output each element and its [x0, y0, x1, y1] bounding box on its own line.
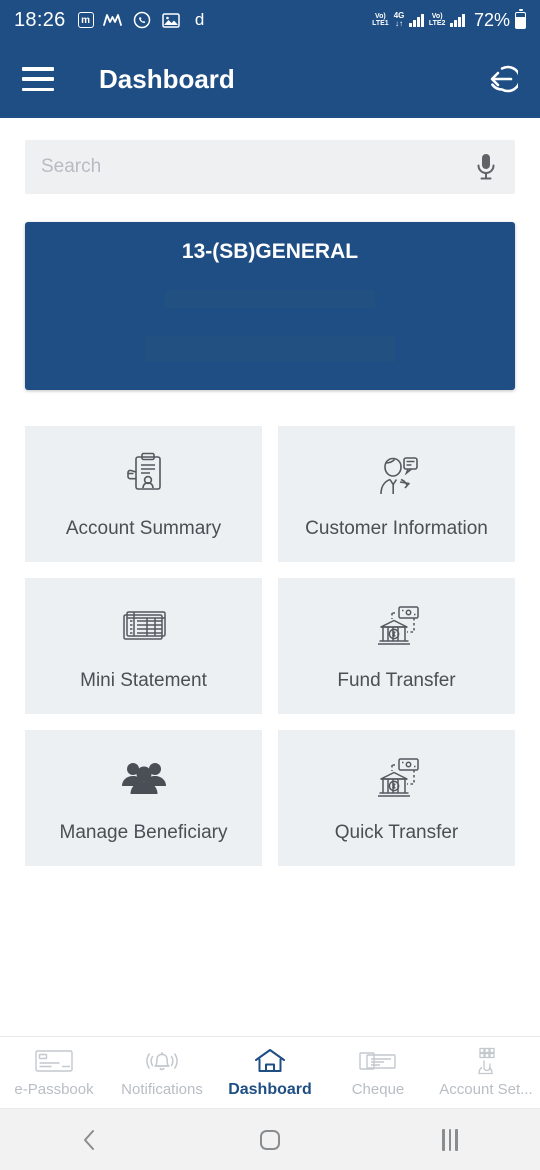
bottom-navigation-bar: e-Passbook Notifications Dashboard Chequ… [0, 1036, 540, 1108]
nav-label: Dashboard [228, 1080, 312, 1098]
account-balance-masked [145, 336, 395, 362]
tile-label: Mini Statement [80, 670, 207, 691]
network-type-icon: 4G ↓↑ [393, 11, 405, 28]
microphone-icon[interactable] [473, 151, 499, 183]
tile-label: Quick Transfer [334, 822, 459, 843]
mobile-banking-dashboard-screen: 18:26 m d Vo) LTE1 4G ↓↑ Vo) LTE2 72% Da… [0, 0, 540, 1170]
nav-label: e-Passbook [14, 1081, 94, 1098]
signal-bars-sim2-icon [450, 13, 465, 27]
search-input[interactable] [41, 156, 473, 178]
whatsapp-icon [132, 10, 152, 30]
search-bar[interactable] [25, 140, 515, 194]
nav-item-cheque[interactable]: Cheque [324, 1037, 432, 1108]
battery-icon [515, 8, 526, 29]
home-square-icon[interactable] [230, 1109, 310, 1170]
bell-icon [144, 1047, 180, 1075]
fund-transfer-icon [370, 600, 424, 656]
tile-label: Manage Beneficiary [59, 822, 228, 843]
d-app-icon: d [194, 10, 205, 29]
tile-label: Fund Transfer [337, 670, 456, 691]
home-icon [254, 1047, 286, 1075]
account-settings-icon [471, 1047, 501, 1075]
back-icon[interactable] [50, 1109, 130, 1170]
tile-customer-information[interactable]: Customer Information [278, 426, 515, 562]
tile-account-summary[interactable]: Account Summary [25, 426, 262, 562]
mini-statement-icon [117, 600, 171, 656]
nav-item-e-passbook[interactable]: e-Passbook [0, 1037, 108, 1108]
volte-sim2-icon: Vo) LTE2 [428, 13, 446, 27]
passbook-icon [34, 1047, 74, 1075]
logout-icon[interactable] [476, 58, 522, 100]
status-bar: 18:26 m d Vo) LTE1 4G ↓↑ Vo) LTE2 72% [0, 0, 540, 40]
manage-beneficiary-icon [117, 752, 171, 808]
gallery-icon [161, 10, 181, 30]
nav-label: Account Set... [439, 1081, 533, 1098]
nav-label: Cheque [351, 1081, 405, 1098]
wave-m-icon [103, 10, 123, 30]
account-name: 13-(SB)GENERAL [181, 240, 359, 263]
tile-fund-transfer[interactable]: Fund Transfer [278, 578, 515, 714]
nav-item-dashboard[interactable]: Dashboard [216, 1037, 324, 1108]
recents-icon[interactable] [410, 1109, 490, 1170]
android-system-nav [0, 1108, 540, 1170]
status-clock: 18:26 [14, 8, 66, 31]
app-bar: Dashboard [0, 40, 540, 118]
page-title: Dashboard [99, 63, 235, 94]
cheque-icon [358, 1047, 398, 1075]
nav-label: Notifications [121, 1081, 203, 1098]
volte-sim1-icon: Vo) LTE1 [372, 13, 389, 27]
account-summary-icon [117, 448, 171, 504]
main-content: 13-(SB)GENERAL Account [0, 118, 540, 1036]
account-number-masked [165, 290, 375, 308]
quick-transfer-icon [370, 752, 424, 808]
hamburger-menu-icon[interactable] [22, 67, 54, 91]
customer-information-icon [370, 448, 424, 504]
tile-mini-statement[interactable]: Mini Statement [25, 578, 262, 714]
tile-manage-beneficiary[interactable]: Manage Beneficiary [25, 730, 262, 866]
status-notification-icons: m d [77, 10, 373, 30]
battery-percent: 72% [473, 9, 510, 30]
nav-item-notifications[interactable]: Notifications [108, 1037, 216, 1108]
signal-bars-sim1-icon [409, 13, 424, 27]
tile-quick-transfer[interactable]: Quick Transfer [278, 730, 515, 866]
status-indicators: Vo) LTE1 4G ↓↑ Vo) LTE2 72% [372, 8, 526, 31]
quick-actions-grid: Account Summary Customer Information Min… [25, 426, 515, 866]
nav-item-account-settings[interactable]: Account Set... [432, 1037, 540, 1108]
account-card[interactable]: 13-(SB)GENERAL [25, 222, 515, 390]
boxed-m-icon: m [77, 12, 94, 28]
tile-label: Customer Information [305, 518, 488, 539]
tile-label: Account Summary [65, 518, 222, 539]
